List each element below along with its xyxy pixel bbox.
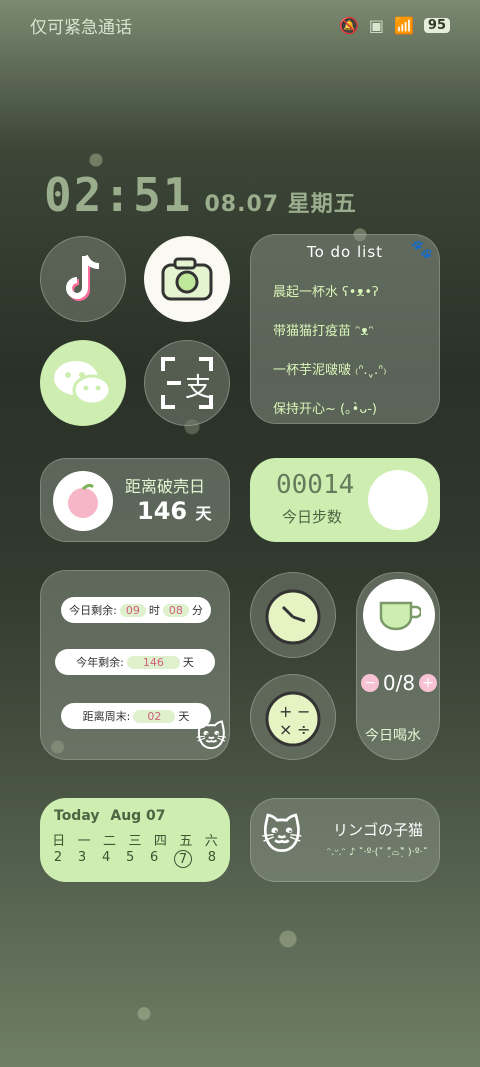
clock-date: 08.07 星期五 — [204, 192, 357, 217]
weekend-remaining: 距离周末: 02 天 — [61, 703, 211, 729]
mute-icon: 🔕 — [338, 15, 359, 35]
wechat-app-icon[interactable] — [40, 340, 126, 426]
cat-apple-icon: 🐱 — [195, 720, 227, 755]
calendar-days: 2 3 4 5 6 7 8 — [46, 850, 224, 868]
clock-app-icon[interactable] — [250, 572, 336, 658]
weekday: 四 — [153, 834, 167, 849]
svg-text:÷: ÷ — [297, 720, 310, 739]
clock-widget[interactable]: 02:51 08.07 星期五 — [44, 168, 357, 222]
steps-count: 00014 — [276, 470, 355, 500]
tiktok-app-icon[interactable] — [40, 236, 126, 322]
wechat-icon — [54, 361, 112, 406]
alipay-scan-app-icon[interactable]: 支 — [144, 340, 230, 426]
calendar-day[interactable]: 8 — [208, 850, 216, 868]
weekday: 日 — [52, 834, 66, 849]
year-days: 146 — [126, 655, 180, 669]
profile-name: リンゴの子猫 — [333, 821, 424, 839]
apple-clock-icon — [265, 589, 321, 645]
year-remaining: 今年剩余: 146 天 — [55, 649, 215, 675]
sim-icon: ▣ — [368, 15, 384, 35]
water-minus-button[interactable]: − — [361, 674, 379, 692]
carrier-text: 仅可紧急通话 — [30, 17, 132, 38]
steps-label: 今日步数 — [282, 508, 343, 526]
calendar-day[interactable]: 2 — [54, 850, 62, 868]
calendar-day[interactable]: 3 — [78, 850, 86, 868]
profile-sub: ᵔ.ᵕ.ᵔ ♪ ˚‧º·(˚ ˃̣̣̥᷄⌓˂̣̣̥᷅ )‧º·˚ — [327, 847, 428, 858]
svg-text:−: − — [297, 702, 310, 721]
svg-text:×: × — [279, 720, 292, 739]
today-minutes: 08 — [162, 603, 189, 617]
calendar-month: Aug 07 — [110, 808, 166, 824]
svg-text:+: + — [279, 702, 292, 721]
calendar-today: Today — [54, 808, 100, 824]
alipay-char: 支 — [185, 373, 212, 403]
cup-icon — [363, 579, 435, 651]
calendar-day-today[interactable]: 7 — [174, 850, 193, 868]
calendar-weekdays: 日 一 二 三 四 五 六 — [46, 830, 224, 849]
tiktok-icon — [66, 254, 100, 301]
cat-avatar: 🐱 — [261, 813, 303, 859]
countdown-widget[interactable]: 距离破壳日 146 天 — [40, 458, 230, 542]
weekend-label: 距离周末: — [82, 710, 131, 723]
weekday: 五 — [179, 834, 193, 849]
water-count: 0/8 — [382, 671, 416, 695]
clock-time: 02:51 — [44, 168, 193, 222]
calendar-day[interactable]: 4 — [102, 850, 110, 868]
status-bar: 仅可紧急通话 🔕 ▣ 📶 95 — [30, 10, 450, 40]
calculator-icon: + − × ÷ — [265, 691, 321, 747]
weekday: 六 — [204, 834, 218, 849]
wifi-icon: 📶 — [393, 15, 414, 35]
calendar-day[interactable]: 5 — [126, 850, 134, 868]
cat-icon: 🐱 — [368, 470, 428, 530]
countdown-unit: 天 — [195, 504, 212, 523]
hour-unit: 时 — [148, 604, 160, 617]
todo-widget[interactable]: To do list 🐾 晨起一杯水 ʕ•ᴥ•ʔ 带猫猫打疫苗 ᵔᴥᵔ 一杯芋泥… — [250, 234, 440, 424]
todo-item[interactable]: 带猫猫打疫苗 ᵔᴥᵔ — [273, 320, 439, 339]
battery-icon: 95 — [423, 17, 450, 33]
countdown-days: 146 — [137, 497, 188, 525]
weekend-unit: 天 — [178, 710, 190, 723]
today-hours: 09 — [119, 603, 146, 617]
year-unit: 天 — [182, 656, 194, 669]
weekday: 二 — [103, 834, 117, 849]
peach-icon — [53, 471, 113, 531]
water-label: 今日喝水 — [365, 728, 421, 744]
calendar-widget[interactable]: Today Aug 07 日 一 二 三 四 五 六 2 3 4 5 6 7 8 — [40, 798, 230, 882]
todo-item[interactable]: 保持开心~ (｡•̀ᴗ-) — [273, 398, 439, 417]
year-remaining-label: 今年剩余: — [76, 656, 124, 669]
minute-unit: 分 — [191, 604, 203, 617]
todo-item[interactable]: 晨起一杯水 ʕ•ᴥ•ʔ — [273, 281, 439, 300]
today-remaining-label: 今日剩余: — [69, 604, 117, 617]
weekend-days: 02 — [133, 709, 176, 723]
profile-widget[interactable]: 🐱 リンゴの子猫 ᵔ.ᵕ.ᵔ ♪ ˚‧º·(˚ ˃̣̣̥᷄⌓˂̣̣̥᷅ )‧º·… — [250, 798, 440, 882]
status-icons: 🔕 ▣ 📶 95 — [339, 16, 450, 35]
paw-icon: 🐾 — [410, 239, 433, 260]
camera-icon — [161, 257, 213, 301]
camera-app-icon[interactable] — [144, 236, 230, 322]
calendar-day[interactable]: 6 — [150, 850, 158, 868]
water-plus-button[interactable]: + — [419, 674, 437, 692]
steps-widget[interactable]: 00014 今日步数 🐱 — [250, 458, 440, 542]
todo-item[interactable]: 一杯芋泥啵啵 ₍ᐢ.ˬ.ᐢ₎ — [273, 359, 439, 378]
countdown-label: 距离破壳日 — [125, 477, 206, 496]
water-widget[interactable]: − 0/8 + 今日喝水 — [356, 572, 440, 760]
weekday: 一 — [77, 834, 91, 849]
today-remaining: 今日剩余: 09 时 08 分 — [61, 597, 211, 623]
calculator-app-icon[interactable]: + − × ÷ — [250, 674, 336, 760]
remaining-widget[interactable]: 今日剩余: 09 时 08 分 今年剩余: 146 天 距离周末: 02 天 🐱 — [40, 570, 230, 760]
weekday: 三 — [128, 834, 142, 849]
